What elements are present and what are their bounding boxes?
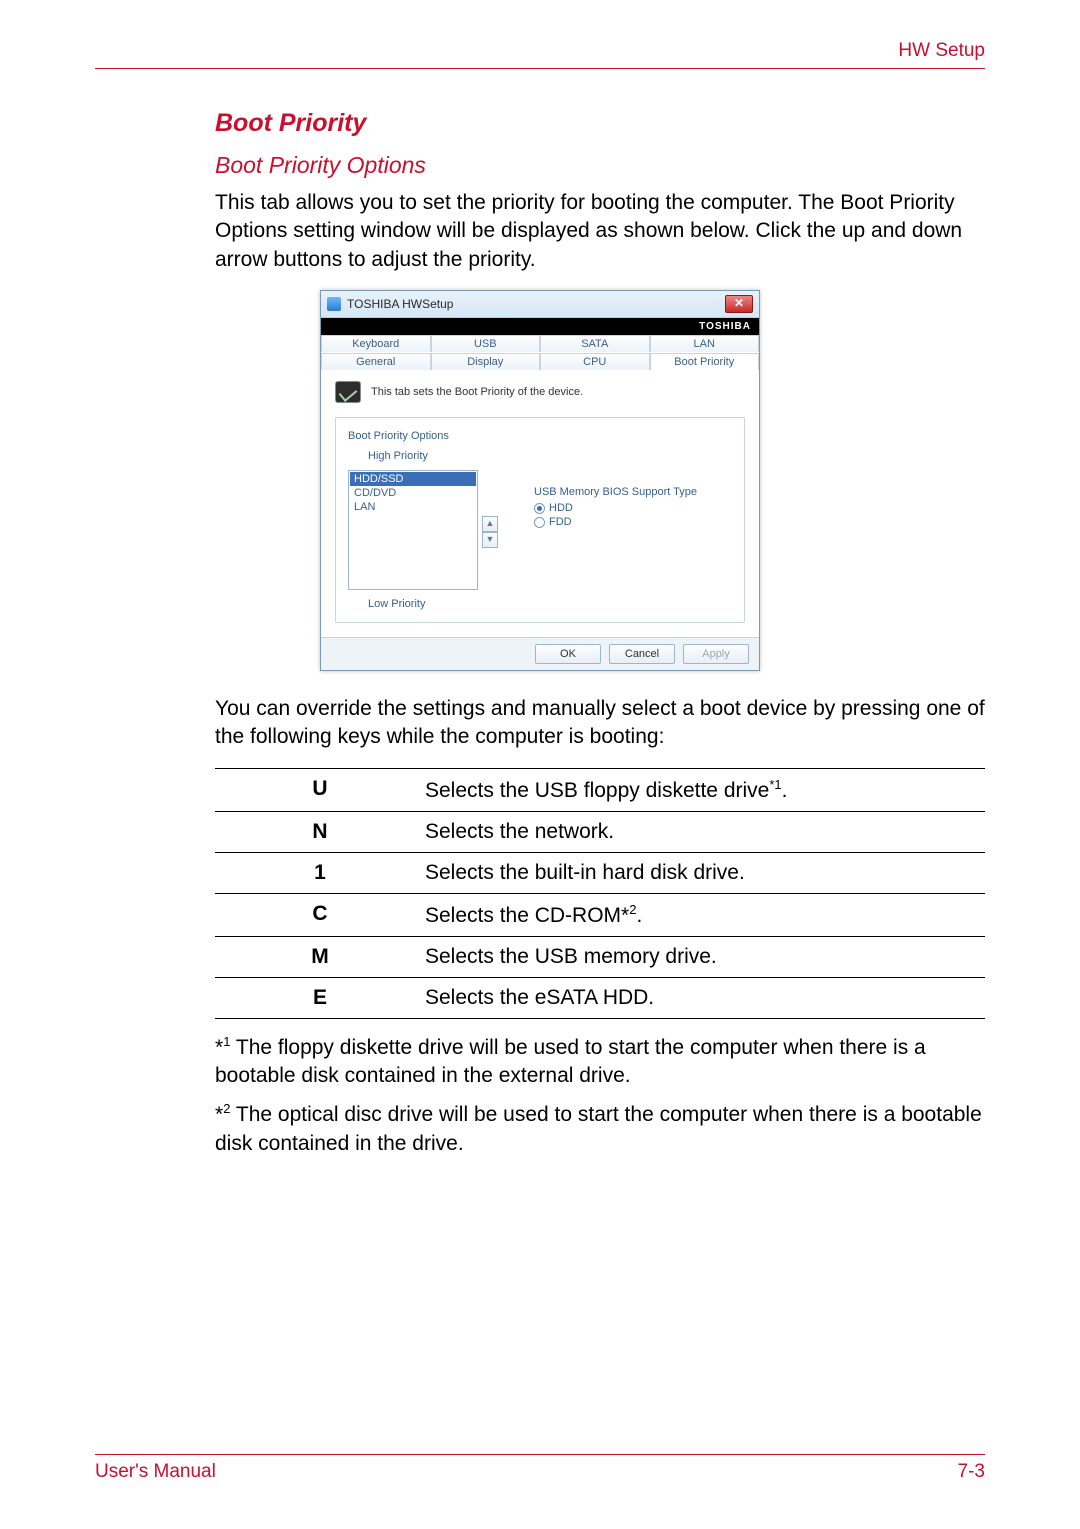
tab-keyboard[interactable]: Keyboard bbox=[321, 335, 431, 352]
tab-sata[interactable]: SATA bbox=[540, 335, 650, 352]
heading-boot-priority: Boot Priority bbox=[215, 109, 985, 138]
radio-hdd[interactable] bbox=[534, 503, 545, 514]
footer-page-number: 7-3 bbox=[958, 1461, 985, 1483]
boot-key-table: USelects the USB floppy diskette drive*1… bbox=[215, 768, 985, 1019]
override-paragraph: You can override the settings and manual… bbox=[215, 695, 985, 752]
footnote-1: *1 The floppy diskette drive will be use… bbox=[215, 1033, 985, 1091]
key-description: Selects the built-in hard disk drive. bbox=[425, 861, 985, 885]
key-description: Selects the network. bbox=[425, 820, 985, 844]
hwsetup-dialog: TOSHIBA HWSetup ✕ TOSHIBA Keyboard USB S… bbox=[320, 290, 760, 671]
boot-priority-icon bbox=[335, 381, 361, 403]
boot-priority-groupbox: Boot Priority Options High Priority HDD/… bbox=[335, 417, 745, 623]
tab-lan[interactable]: LAN bbox=[650, 335, 760, 352]
dialog-button-row: OK Cancel Apply bbox=[321, 637, 759, 670]
dialog-app-icon bbox=[327, 297, 341, 311]
high-priority-label: High Priority bbox=[368, 450, 428, 462]
low-priority-label: Low Priority bbox=[368, 598, 425, 610]
list-item[interactable]: HDD/SSD bbox=[350, 472, 476, 486]
tab-row-2: General Display CPU Boot Priority bbox=[321, 353, 759, 371]
table-row: MSelects the USB memory drive. bbox=[215, 936, 985, 977]
table-row: USelects the USB floppy diskette drive*1… bbox=[215, 768, 985, 811]
priority-listbox[interactable]: HDD/SSD CD/DVD LAN bbox=[348, 470, 478, 590]
table-row: 1Selects the built-in hard disk drive. bbox=[215, 852, 985, 893]
tab-caption-text: This tab sets the Boot Priority of the d… bbox=[371, 386, 583, 398]
key-cell: E bbox=[215, 986, 425, 1010]
dialog-title: TOSHIBA HWSetup bbox=[347, 297, 453, 311]
footnote-2: *2 The optical disc drive will be used t… bbox=[215, 1100, 985, 1158]
key-description: Selects the USB memory drive. bbox=[425, 945, 985, 969]
header-section-label: HW Setup bbox=[95, 40, 985, 68]
key-description: Selects the CD-ROM*2. bbox=[425, 902, 985, 928]
radio-hdd-label: HDD bbox=[549, 502, 573, 514]
footer-rule bbox=[95, 1454, 985, 1455]
table-row: ESelects the eSATA HDD. bbox=[215, 977, 985, 1019]
brand-bar: TOSHIBA bbox=[321, 318, 759, 335]
footer-left: User's Manual bbox=[95, 1461, 216, 1483]
tab-usb[interactable]: USB bbox=[431, 335, 541, 352]
usb-support-group: USB Memory BIOS Support Type HDD FDD bbox=[534, 486, 697, 610]
list-item[interactable]: LAN bbox=[350, 500, 476, 514]
list-item[interactable]: CD/DVD bbox=[350, 486, 476, 500]
radio-fdd[interactable] bbox=[534, 517, 545, 528]
heading-boot-priority-options: Boot Priority Options bbox=[215, 152, 985, 179]
tab-cpu[interactable]: CPU bbox=[540, 353, 650, 370]
tab-row-1: Keyboard USB SATA LAN bbox=[321, 335, 759, 353]
intro-paragraph: This tab allows you to set the priority … bbox=[215, 189, 985, 274]
dialog-body: This tab sets the Boot Priority of the d… bbox=[321, 371, 759, 637]
radio-fdd-label: FDD bbox=[549, 516, 572, 528]
ok-button[interactable]: OK bbox=[535, 644, 601, 664]
close-button[interactable]: ✕ bbox=[725, 295, 753, 313]
cancel-button[interactable]: Cancel bbox=[609, 644, 675, 664]
priority-up-button[interactable]: ▲ bbox=[482, 516, 498, 532]
usb-support-title: USB Memory BIOS Support Type bbox=[534, 486, 697, 498]
key-cell: C bbox=[215, 902, 425, 928]
dialog-titlebar: TOSHIBA HWSetup ✕ bbox=[321, 291, 759, 318]
group-title: Boot Priority Options bbox=[348, 430, 732, 442]
table-row: CSelects the CD-ROM*2. bbox=[215, 893, 985, 936]
key-cell: U bbox=[215, 777, 425, 803]
key-cell: N bbox=[215, 820, 425, 844]
tab-display[interactable]: Display bbox=[431, 353, 541, 370]
key-cell: M bbox=[215, 945, 425, 969]
tab-boot-priority[interactable]: Boot Priority bbox=[650, 353, 760, 370]
header-rule bbox=[95, 68, 985, 69]
tab-general[interactable]: General bbox=[321, 353, 431, 370]
key-description: Selects the eSATA HDD. bbox=[425, 986, 985, 1010]
table-row: NSelects the network. bbox=[215, 811, 985, 852]
tab-caption: This tab sets the Boot Priority of the d… bbox=[335, 381, 745, 403]
priority-down-button[interactable]: ▼ bbox=[482, 532, 498, 548]
apply-button[interactable]: Apply bbox=[683, 644, 749, 664]
key-description: Selects the USB floppy diskette drive*1. bbox=[425, 777, 985, 803]
key-cell: 1 bbox=[215, 861, 425, 885]
